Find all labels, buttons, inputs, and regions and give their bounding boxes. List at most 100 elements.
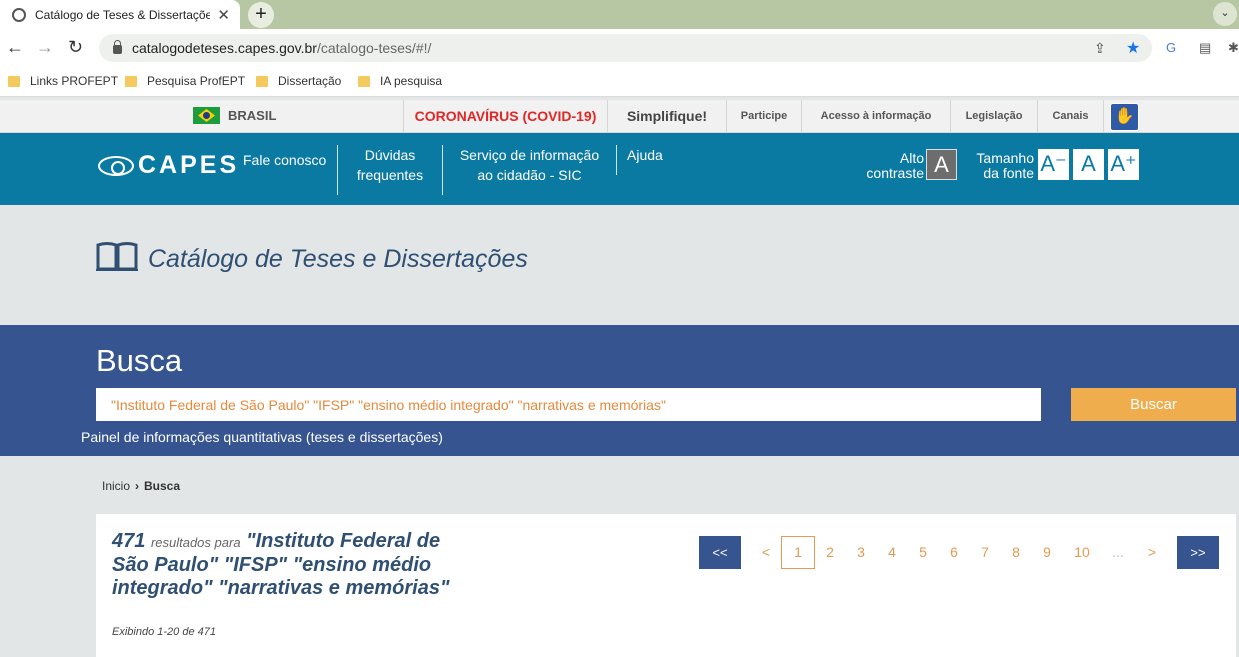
gov-participe-link[interactable]: Participe: [726, 100, 801, 132]
chevron-right-icon: ›: [135, 479, 140, 493]
pagination-page-9[interactable]: 9: [1032, 536, 1062, 569]
tab-search-button[interactable]: ⌄: [1213, 2, 1237, 26]
document-icon[interactable]: ▤: [1199, 40, 1211, 56]
bookmarks-bar: Links PROFEPT Pesquisa ProfEPT Dissertaç…: [0, 67, 1239, 97]
painel-informacoes-link[interactable]: Painel de informações quantitativas (tes…: [81, 429, 443, 445]
pagination-page-4[interactable]: 4: [877, 536, 907, 569]
bookmark-links-profept[interactable]: Links PROFEPT: [8, 74, 118, 88]
folder-icon: [358, 75, 370, 87]
ajuda-link[interactable]: Ajuda: [627, 145, 663, 165]
results-panel: 471 resultados para "Instituto Federal d…: [96, 514, 1236, 657]
servico-line-1: Serviço de informação: [459, 147, 600, 163]
tab-title: Catálogo de Teses & Dissertações: [35, 7, 210, 22]
duvidas-line-1: Dúvidas: [364, 147, 416, 163]
bookmark-label: Pesquisa ProfEPT: [147, 74, 246, 88]
high-contrast-button[interactable]: A: [926, 149, 957, 180]
capes-header: CAPES Fale conosco Dúvidas frequentes Se…: [0, 133, 1239, 205]
header-divider: [337, 145, 338, 195]
browser-tab-bar: Catálogo de Teses & Dissertações ✕ + ⌄: [0, 0, 1239, 29]
results-showing: Exibindo 1-20 de 471: [112, 626, 216, 638]
gov-brasil-link[interactable]: BRASIL: [193, 107, 276, 124]
servico-line-2: ao cidadão - SIC: [477, 167, 582, 183]
pagination-prev[interactable]: <: [751, 536, 781, 569]
url-host: catalogodeteses.capes.gov.br: [132, 40, 317, 56]
font-normal-button[interactable]: A: [1073, 149, 1104, 180]
alto-contraste-label: Alto contraste: [858, 151, 924, 181]
search-heading: Busca: [96, 343, 183, 378]
duvidas-line-2: frequentes: [356, 167, 424, 183]
breadcrumb: Inicio › Busca: [102, 479, 180, 493]
reload-icon[interactable]: ↻: [68, 37, 83, 58]
catalog-banner: Catálogo de Teses e Dissertações: [0, 205, 1239, 325]
gov-covid-link[interactable]: CORONAVÍRUS (COVID-19): [403, 100, 607, 132]
pagination-next[interactable]: >: [1137, 536, 1167, 569]
capes-logo-text: CAPES: [138, 151, 240, 179]
alto-line-2: contraste: [866, 165, 924, 181]
gov-canais-link[interactable]: Canais: [1037, 100, 1104, 132]
pagination-page-2[interactable]: 2: [815, 536, 845, 569]
breadcrumb-home-link[interactable]: Inicio: [102, 479, 130, 493]
pagination-page-7[interactable]: 7: [970, 536, 1000, 569]
font-increase-button[interactable]: A⁺: [1108, 149, 1139, 180]
folder-icon: [256, 75, 268, 87]
alto-line-1: Alto: [899, 150, 924, 166]
fale-conosco-link[interactable]: Fale conosco: [243, 150, 326, 170]
pagination-page-5[interactable]: 5: [908, 536, 938, 569]
url-path: /catalogo-teses/#!/: [316, 40, 432, 56]
pagination-page-8[interactable]: 8: [1001, 536, 1031, 569]
browser-tab[interactable]: Catálogo de Teses & Dissertações ✕: [0, 0, 240, 29]
results-count: 471: [112, 530, 146, 552]
servico-informacao-link[interactable]: Serviço de informação ao cidadão - SIC: [452, 145, 607, 185]
capes-logo[interactable]: CAPES: [98, 151, 239, 180]
bookmark-label: IA pesquisa: [380, 74, 443, 88]
folder-icon: [125, 75, 137, 87]
font-decrease-button[interactable]: A⁻: [1038, 149, 1069, 180]
new-tab-button[interactable]: +: [248, 2, 274, 28]
tamanho-fonte-label: Tamanho da fonte: [968, 151, 1034, 181]
translate-icon[interactable]: G: [1166, 40, 1176, 55]
bookmark-label: Links PROFEPT: [30, 74, 119, 88]
results-heading: 471 resultados para "Instituto Federal d…: [112, 530, 472, 600]
address-bar[interactable]: catalogodeteses.capes.gov.br /catalogo-t…: [99, 34, 1152, 62]
close-tab-icon[interactable]: ✕: [217, 6, 230, 24]
brazil-flag-icon: [193, 107, 220, 124]
gov-acesso-link[interactable]: Acesso à informação: [801, 100, 950, 132]
breadcrumb-current: Busca: [144, 479, 181, 493]
extensions-icon[interactable]: ✱: [1228, 40, 1239, 56]
duvidas-frequentes-link[interactable]: Dúvidas frequentes: [350, 145, 430, 185]
bookmark-dissertacao[interactable]: Dissertação: [256, 74, 341, 88]
lock-icon: [113, 40, 122, 54]
pagination-last-button[interactable]: >>: [1177, 536, 1219, 569]
pagination-ellipsis: ...: [1112, 544, 1124, 560]
gov-brasil-label: BRASIL: [228, 108, 277, 123]
gov-simplifique-link[interactable]: Simplifique!: [607, 100, 726, 132]
pagination-first-button[interactable]: <<: [699, 536, 741, 569]
pagination-page-10[interactable]: 10: [1067, 536, 1097, 569]
back-arrow-icon[interactable]: ←: [6, 37, 24, 58]
browser-toolbar: ← → ↻ catalogodeteses.capes.gov.br /cata…: [0, 29, 1239, 67]
sign-language-icon[interactable]: ✋: [1110, 103, 1139, 131]
globe-icon: [12, 7, 26, 22]
bookmark-label: Dissertação: [278, 74, 342, 88]
search-input[interactable]: "Instituto Federal de São Paulo" "IFSP" …: [96, 388, 1041, 421]
search-panel: Busca "Instituto Federal de São Paulo" "…: [0, 325, 1239, 456]
forward-arrow-icon[interactable]: →: [36, 37, 54, 58]
book-icon: [96, 242, 138, 271]
pagination-page-6[interactable]: 6: [939, 536, 969, 569]
header-divider: [442, 145, 443, 195]
pagination-page-1[interactable]: 1: [781, 536, 815, 569]
search-button[interactable]: Buscar: [1071, 388, 1236, 421]
catalog-title: Catálogo de Teses e Dissertações: [148, 245, 528, 273]
bookmark-star-icon[interactable]: ★: [1126, 38, 1140, 58]
folder-icon: [8, 75, 20, 87]
tamanho-line-2: da fonte: [983, 165, 1034, 181]
pagination-page-3[interactable]: 3: [846, 536, 876, 569]
results-para-label: resultados para: [150, 535, 241, 550]
gov-legislacao-link[interactable]: Legislação: [950, 100, 1037, 132]
tamanho-line-1: Tamanho: [976, 150, 1034, 166]
gov-bar: BRASIL CORONAVÍRUS (COVID-19) Simplifiqu…: [0, 100, 1239, 133]
bookmark-ia-pesquisa[interactable]: IA pesquisa: [358, 74, 442, 88]
bookmark-pesquisa-profept[interactable]: Pesquisa ProfEPT: [125, 74, 245, 88]
capes-logo-icon: [98, 155, 134, 176]
share-icon[interactable]: ⇪: [1094, 40, 1106, 57]
